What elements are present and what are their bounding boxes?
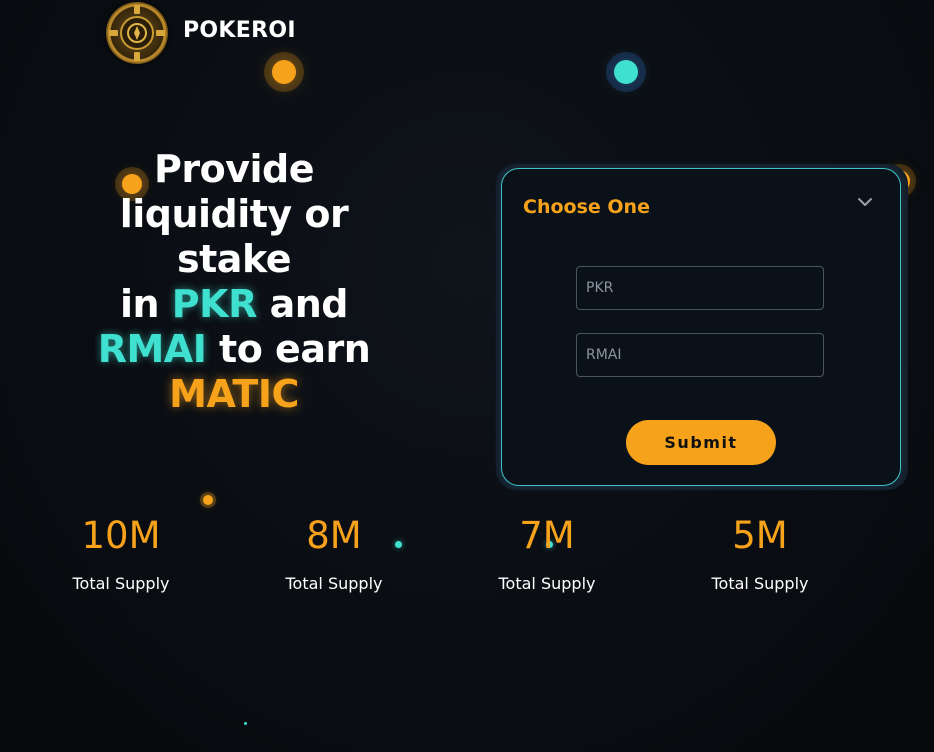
decorative-teal-dot bbox=[614, 60, 638, 84]
decorative-orange-dot bbox=[203, 495, 213, 505]
brand-name[interactable]: POKEROI bbox=[183, 18, 296, 43]
pkr-token-highlight: PKR bbox=[171, 282, 258, 326]
hero-text: and bbox=[256, 282, 349, 326]
hero-text: to earn bbox=[206, 327, 371, 371]
hero-line: stake bbox=[177, 237, 291, 281]
hero-line: MATIC bbox=[60, 372, 408, 417]
decorative-orange-dot bbox=[272, 60, 296, 84]
submit-button[interactable]: Submit bbox=[626, 420, 776, 465]
rmai-token-highlight: RMAI bbox=[97, 327, 207, 371]
stake-form-card: Choose One Submit bbox=[501, 168, 901, 486]
hero-line: liquidity or bbox=[119, 192, 349, 236]
stat-value: 5M bbox=[732, 514, 788, 557]
stat-label: Total Supply bbox=[72, 574, 170, 593]
poker-chip-logo-icon[interactable] bbox=[106, 2, 168, 64]
stat-value: 7M bbox=[519, 514, 575, 557]
hero-text: in bbox=[119, 282, 172, 326]
stat-item: 10M Total Supply bbox=[46, 512, 196, 593]
stat-label: Total Supply bbox=[498, 574, 596, 593]
stat-item: 8M Total Supply bbox=[259, 512, 409, 593]
hero-line: Provide bbox=[154, 147, 314, 191]
hero-line: RMAI to earn bbox=[60, 327, 408, 372]
stat-value: 10M bbox=[81, 514, 161, 557]
stat-label: Total Supply bbox=[711, 574, 809, 593]
stat-value: 8M bbox=[306, 514, 362, 557]
rmai-amount-input[interactable] bbox=[576, 333, 824, 377]
poker-chip-graphic bbox=[107, 3, 167, 63]
matic-token-highlight: MATIC bbox=[169, 372, 299, 416]
choose-one-dropdown[interactable]: Choose One bbox=[523, 196, 650, 218]
hero-headline: Provide liquidity or stake in PKR and RM… bbox=[60, 147, 408, 417]
chevron-down-icon[interactable] bbox=[857, 197, 873, 207]
decorative-teal-dot bbox=[244, 722, 247, 725]
stat-item: 7M Total Supply bbox=[472, 512, 622, 593]
stat-label: Total Supply bbox=[285, 574, 383, 593]
hero-line: in PKR and bbox=[60, 282, 408, 327]
pkr-amount-input[interactable] bbox=[576, 266, 824, 310]
stat-item: 5M Total Supply bbox=[685, 512, 835, 593]
